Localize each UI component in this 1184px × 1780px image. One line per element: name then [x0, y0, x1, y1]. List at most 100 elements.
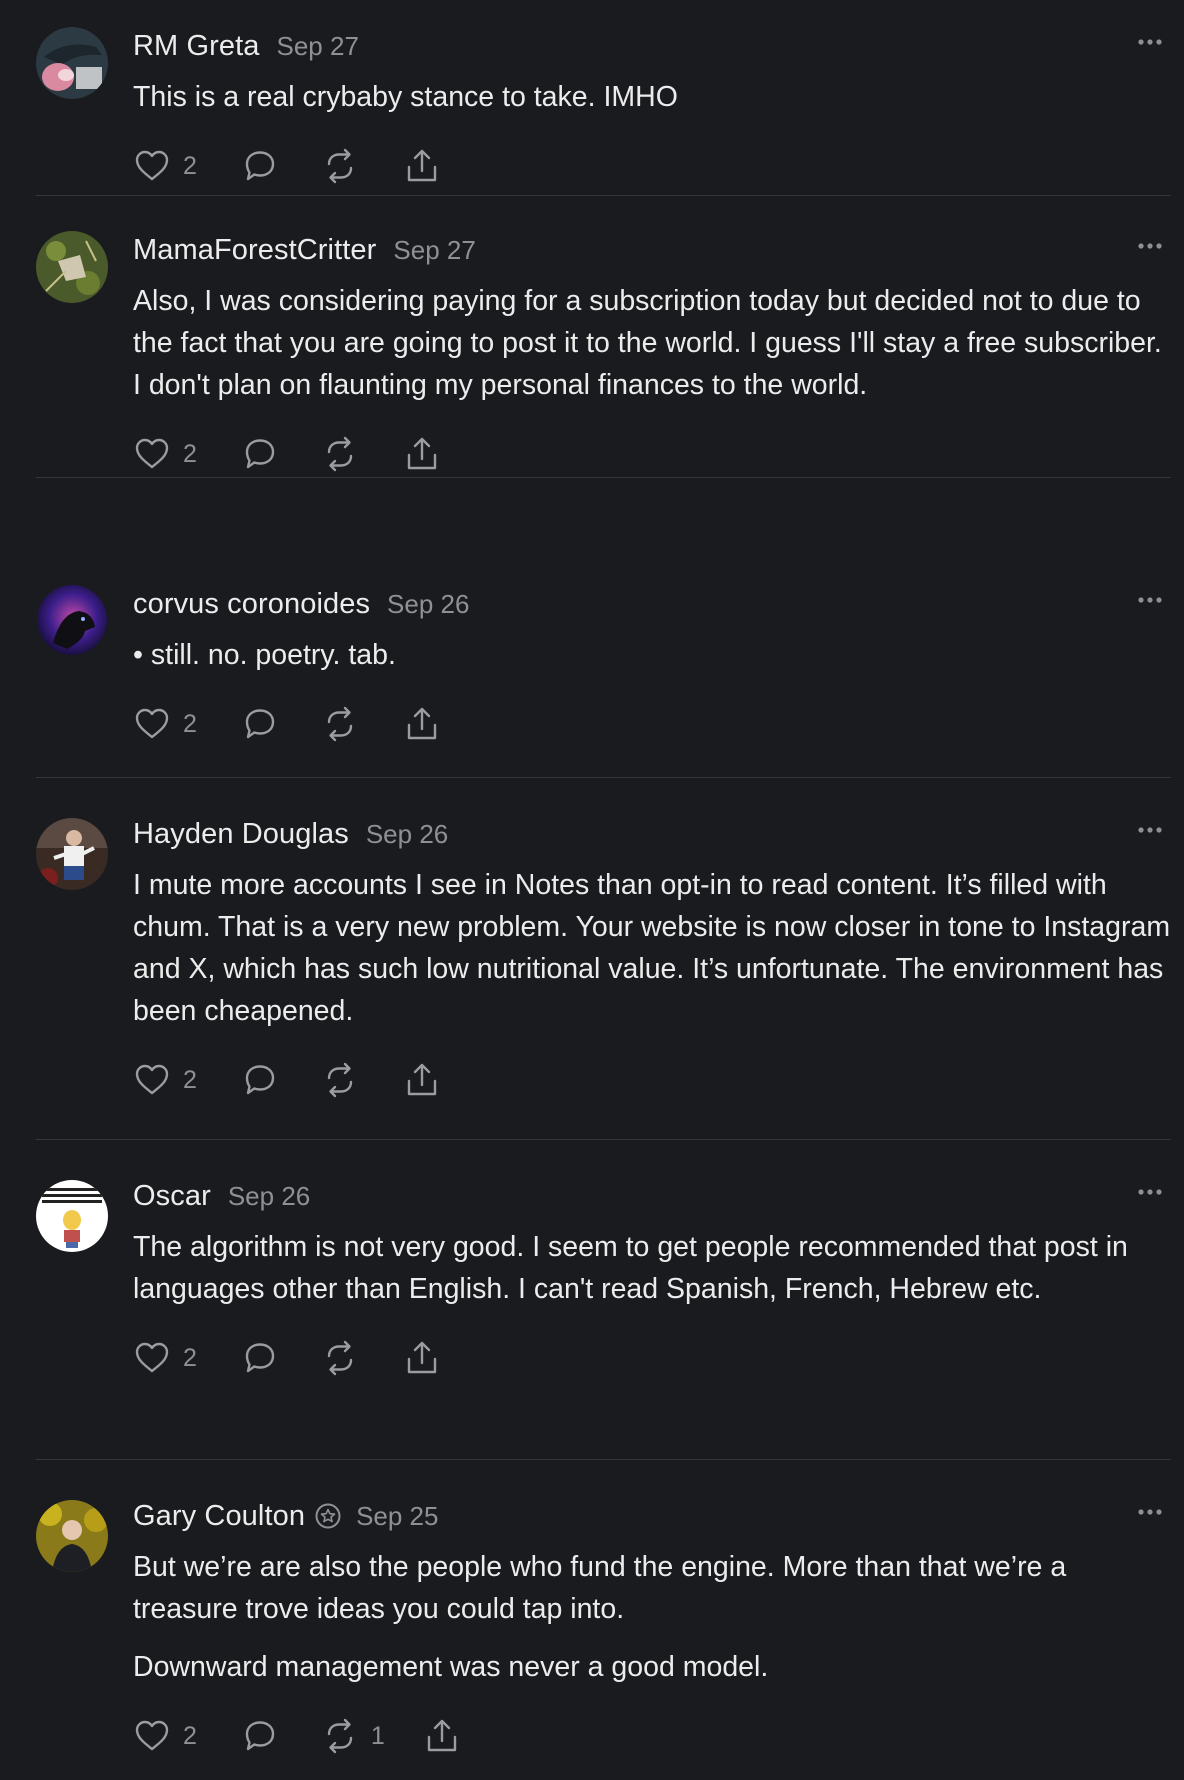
share-button[interactable]: [423, 1717, 461, 1755]
heart-icon: [135, 1342, 169, 1373]
comment-bubble-icon: [245, 151, 275, 181]
comment-text: Downward management was never a good mod…: [133, 1651, 769, 1683]
like-count: 2: [183, 709, 197, 738]
share-icon: [407, 1063, 437, 1096]
restack-icon: [327, 1718, 353, 1754]
restack-button[interactable]: [321, 1339, 359, 1377]
avatar[interactable]: [36, 818, 108, 890]
author-name[interactable]: Hayden Douglas: [133, 818, 349, 851]
more-dots-icon[interactable]: [1135, 1180, 1165, 1204]
more-dots-icon[interactable]: [1135, 818, 1165, 842]
comment-actions: 2: [133, 704, 1171, 744]
comment-actions: 2: [133, 146, 1171, 186]
more-dots-icon[interactable]: [1135, 1500, 1165, 1524]
like-button[interactable]: 2: [133, 1717, 197, 1755]
like-count: 2: [183, 1343, 197, 1372]
comment-text: • still. no. poetry. tab.: [133, 639, 396, 671]
like-button[interactable]: 2: [133, 1061, 197, 1099]
restack-button[interactable]: [321, 435, 359, 473]
restack-button[interactable]: 1: [321, 1717, 385, 1755]
avatar[interactable]: [37, 585, 107, 655]
restack-icon: [327, 148, 353, 184]
comment-actions: 2: [133, 1060, 1171, 1100]
reply-button[interactable]: [241, 705, 279, 743]
like-button[interactable]: 2: [133, 1339, 197, 1377]
share-icon: [407, 437, 437, 470]
share-button[interactable]: [403, 147, 441, 185]
comment-date[interactable]: Sep 26: [366, 819, 448, 850]
like-count: 2: [183, 1065, 197, 1094]
comment: Hayden Douglas Sep 26 I mute more accoun…: [36, 778, 1171, 1140]
comment: corvus coronoides Sep 26 • still. no. po…: [36, 478, 1171, 778]
share-button[interactable]: [403, 705, 441, 743]
heart-icon: [135, 1720, 169, 1751]
more-dots-icon[interactable]: [1135, 30, 1165, 54]
comment-text: I mute more accounts I see in Notes than…: [133, 869, 1171, 1027]
comment-bubble-icon: [245, 1721, 275, 1751]
avatar[interactable]: [36, 27, 108, 99]
share-icon: [407, 149, 437, 182]
comment-bubble-icon: [245, 439, 275, 469]
comment-bubble-icon: [245, 1343, 275, 1373]
like-button[interactable]: 2: [133, 435, 197, 473]
comment: MamaForestCritter Sep 27 Also, I was con…: [36, 196, 1171, 478]
comment-actions: 2 1: [133, 1716, 1171, 1756]
author-name[interactable]: RM Greta: [133, 30, 260, 63]
reply-button[interactable]: [241, 1061, 279, 1099]
share-button[interactable]: [403, 435, 441, 473]
share-icon: [407, 707, 437, 740]
reply-button[interactable]: [241, 147, 279, 185]
reply-button[interactable]: [241, 435, 279, 473]
share-button[interactable]: [403, 1061, 441, 1099]
comment-actions: 2: [133, 1338, 1171, 1378]
heart-icon: [135, 150, 169, 181]
reply-button[interactable]: [241, 1717, 279, 1755]
comment-bubble-icon: [245, 1065, 275, 1095]
comment-feed: RM Greta Sep 27 This is a real crybaby s…: [0, 0, 1184, 1780]
badge-icon: [315, 1503, 341, 1529]
like-count: 2: [183, 439, 197, 468]
author-name[interactable]: Gary Coulton: [133, 1500, 305, 1533]
comment: Gary Coulton Sep 25 But we’re are also t…: [36, 1460, 1171, 1780]
comment-bubble-icon: [245, 709, 275, 739]
comment-actions: 2: [133, 434, 1171, 474]
heart-icon: [135, 1064, 169, 1095]
comment-text: But we’re are also the people who fund t…: [133, 1551, 1067, 1625]
comment-text: This is a real crybaby stance to take. I…: [133, 81, 678, 113]
comment-text: Also, I was considering paying for a sub…: [133, 285, 1162, 401]
like-count: 2: [183, 151, 197, 180]
comment-date[interactable]: Sep 26: [228, 1181, 310, 1212]
like-button[interactable]: 2: [133, 705, 197, 743]
comment-date[interactable]: Sep 27: [393, 235, 475, 266]
avatar[interactable]: [36, 231, 108, 303]
comment: Oscar Sep 26 The algorithm is not very g…: [36, 1140, 1171, 1460]
restack-count: 1: [370, 1721, 385, 1750]
comment: RM Greta Sep 27 This is a real crybaby s…: [36, 0, 1171, 196]
reply-button[interactable]: [241, 1339, 279, 1377]
avatar[interactable]: [36, 1180, 108, 1252]
like-button[interactable]: 2: [133, 147, 197, 185]
comment-date[interactable]: Sep 27: [277, 31, 359, 62]
share-button[interactable]: [403, 1339, 441, 1377]
restack-button[interactable]: [321, 1061, 359, 1099]
heart-icon: [135, 438, 169, 469]
like-count: 2: [183, 1721, 197, 1750]
share-icon: [427, 1719, 457, 1752]
author-name[interactable]: corvus coronoides: [133, 588, 370, 621]
restack-icon: [327, 1340, 353, 1376]
more-dots-icon[interactable]: [1135, 234, 1165, 258]
heart-icon: [135, 708, 169, 739]
restack-icon: [327, 1062, 353, 1098]
restack-icon: [327, 436, 353, 472]
restack-button[interactable]: [321, 705, 359, 743]
avatar[interactable]: [36, 1500, 108, 1572]
restack-button[interactable]: [321, 147, 359, 185]
share-icon: [407, 1341, 437, 1374]
comment-date[interactable]: Sep 25: [356, 1501, 438, 1532]
comment-date[interactable]: Sep 26: [387, 589, 469, 620]
comment-text: The algorithm is not very good. I seem t…: [133, 1231, 1128, 1305]
restack-icon: [327, 706, 353, 742]
more-dots-icon[interactable]: [1135, 588, 1165, 612]
author-name[interactable]: Oscar: [133, 1180, 211, 1213]
author-name[interactable]: MamaForestCritter: [133, 234, 376, 267]
